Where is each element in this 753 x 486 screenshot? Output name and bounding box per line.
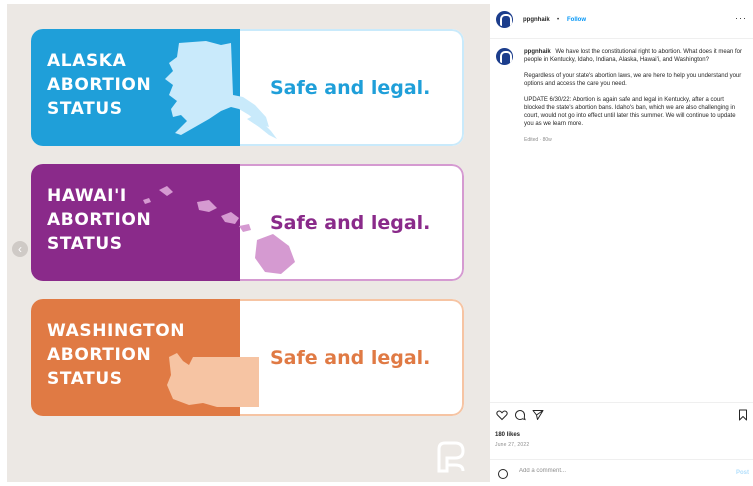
alaska-title-line-1: ALASKA bbox=[47, 51, 127, 71]
alaska-title-line-2: ABORTION bbox=[47, 75, 152, 95]
header-username[interactable]: ppgnhaik bbox=[523, 17, 550, 23]
caption-edited-label: Edited · 80w bbox=[524, 137, 552, 143]
header-separator: • bbox=[557, 17, 560, 23]
heart-icon[interactable] bbox=[496, 409, 508, 421]
washington-card: WASHINGTON ABORTION STATUS Safe and lega… bbox=[31, 299, 464, 416]
hawaii-title-line-3: STATUS bbox=[47, 234, 123, 254]
post-details: ppgnhaik • Follow ··· ppgnhaik We have l… bbox=[490, 0, 753, 485]
share-icon[interactable] bbox=[532, 409, 544, 421]
instagram-post-view: ALASKA ABORTION STATUS Safe and legal. H… bbox=[0, 0, 753, 485]
caption-text: We have lost the constitutional right to… bbox=[524, 49, 742, 63]
caption-username[interactable]: ppgnhaik bbox=[524, 49, 551, 55]
caption-avatar[interactable] bbox=[496, 48, 513, 65]
hawaii-card: HAWAI'I ABORTION STATUS Safe and legal. bbox=[31, 164, 464, 281]
post-comment-button[interactable]: Post bbox=[736, 470, 749, 476]
emoji-icon[interactable] bbox=[498, 469, 508, 479]
post-date: June 27, 2022 bbox=[495, 442, 530, 448]
planned-parenthood-logo bbox=[437, 441, 465, 473]
hawaii-panel: HAWAI'I ABORTION STATUS bbox=[31, 164, 295, 281]
alaska-panel: ALASKA ABORTION STATUS bbox=[31, 29, 277, 146]
caption-paragraph-3: UPDATE 6/30/22: Abortion is again safe a… bbox=[524, 97, 736, 127]
post-header: ppgnhaik • Follow ··· bbox=[490, 0, 753, 39]
alaska-map-icon bbox=[165, 41, 277, 139]
washington-status-panel: Safe and legal. bbox=[240, 299, 464, 416]
avatar[interactable] bbox=[496, 11, 513, 28]
carousel-progress bbox=[207, 480, 287, 482]
comment-bar: Post bbox=[490, 459, 753, 486]
caption-paragraph-2: Regardless of your state's abortion laws… bbox=[524, 73, 742, 87]
caption-paragraph-1: ppgnhaik We have lost the constitutional… bbox=[524, 48, 746, 64]
hawaii-title-line-1: HAWAI'I bbox=[47, 186, 127, 206]
comment-icon[interactable] bbox=[514, 409, 526, 421]
alaska-title: ALASKA ABORTION STATUS bbox=[47, 49, 151, 121]
more-options-icon[interactable]: ··· bbox=[735, 13, 747, 23]
washington-title: WASHINGTON ABORTION STATUS bbox=[47, 319, 185, 391]
likes-count[interactable]: 180 likes bbox=[495, 432, 520, 438]
post-image: ALASKA ABORTION STATUS Safe and legal. H… bbox=[7, 4, 490, 482]
washington-panel: WASHINGTON ABORTION STATUS bbox=[31, 299, 259, 416]
hawaii-title: HAWAI'I ABORTION STATUS bbox=[47, 184, 151, 256]
washington-title-line-2: ABORTION bbox=[47, 345, 152, 365]
caption: ppgnhaik We have lost the constitutional… bbox=[524, 48, 746, 144]
chevron-left-icon[interactable]: ‹ bbox=[12, 241, 28, 257]
action-bar bbox=[490, 402, 753, 425]
washington-title-line-3: STATUS bbox=[47, 369, 123, 389]
hawaii-map-icon bbox=[143, 186, 295, 274]
bookmark-icon[interactable] bbox=[737, 409, 749, 421]
alaska-title-line-3: STATUS bbox=[47, 99, 123, 119]
washington-title-line-1: WASHINGTON bbox=[47, 321, 186, 341]
alaska-tagline: Safe and legal. bbox=[270, 76, 431, 99]
comment-input[interactable] bbox=[519, 468, 719, 474]
hawaii-title-line-2: ABORTION bbox=[47, 210, 152, 230]
follow-button[interactable]: Follow bbox=[567, 17, 586, 23]
washington-tagline: Safe and legal. bbox=[270, 346, 431, 369]
alaska-card: ALASKA ABORTION STATUS Safe and legal. bbox=[31, 29, 464, 146]
